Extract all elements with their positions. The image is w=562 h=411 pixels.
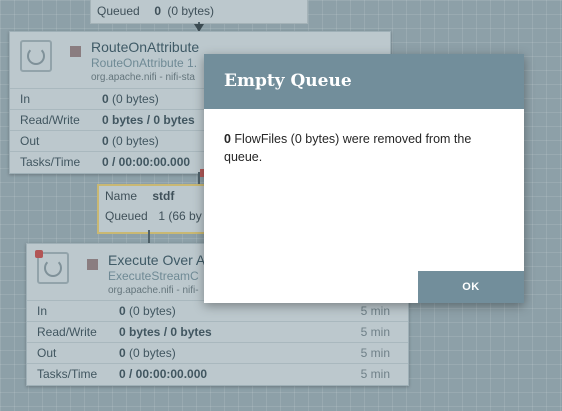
dialog-message: 0 FlowFiles (0 bytes) were removed from … bbox=[204, 109, 524, 166]
processor-name: RouteOnAttribute bbox=[91, 39, 200, 55]
connection-queued-value: 1 (66 by bbox=[158, 209, 202, 223]
processor-type: RouteOnAttribute 1. bbox=[91, 56, 198, 70]
queued-count: 0 bbox=[154, 4, 162, 18]
stat-row-read-write: Read/Write 0 bytes / 0 bytes 5 min bbox=[27, 321, 408, 342]
processor-name: Execute Over A bbox=[108, 252, 206, 268]
removed-count: 0 bbox=[224, 132, 231, 146]
stat-row-in: In 0 (0 bytes) 5 min bbox=[27, 300, 408, 321]
stat-row-out: Out 0 (0 bytes) 5 min bbox=[27, 342, 408, 363]
connection-line bbox=[148, 230, 150, 244]
stat-row-tasks-time: Tasks/Time 0 / 00:00:00.000 5 min bbox=[27, 363, 408, 384]
processor-type: ExecuteStreamC bbox=[108, 269, 199, 283]
processor-icon bbox=[20, 40, 52, 72]
removed-message-text: FlowFiles (0 bytes) were removed from th… bbox=[224, 132, 472, 164]
queued-label: Queued bbox=[97, 4, 140, 18]
stopped-icon bbox=[70, 46, 81, 57]
connection-label-stdf[interactable]: Name stdf Queued 1 (66 by bbox=[97, 184, 221, 234]
invalid-state-icon bbox=[35, 250, 43, 258]
empty-queue-dialog: Empty Queue 0 FlowFiles (0 bytes) were r… bbox=[204, 54, 524, 303]
processor-bundle: org.apache.nifi - nifi-sta bbox=[91, 72, 195, 83]
dialog-title: Empty Queue bbox=[204, 54, 524, 109]
queued-size: (0 bytes) bbox=[167, 4, 215, 18]
connection-name-value: stdf bbox=[152, 189, 175, 203]
connection-queued-label: Queued bbox=[105, 209, 148, 223]
ok-button[interactable]: OK bbox=[418, 271, 524, 303]
stopped-icon bbox=[87, 259, 98, 270]
connection-name-label: Name bbox=[105, 189, 138, 203]
connection-label-top[interactable]: Queued 0 (0 bytes) bbox=[90, 0, 308, 24]
processor-bundle: org.apache.nifi - nifi- bbox=[108, 285, 199, 296]
